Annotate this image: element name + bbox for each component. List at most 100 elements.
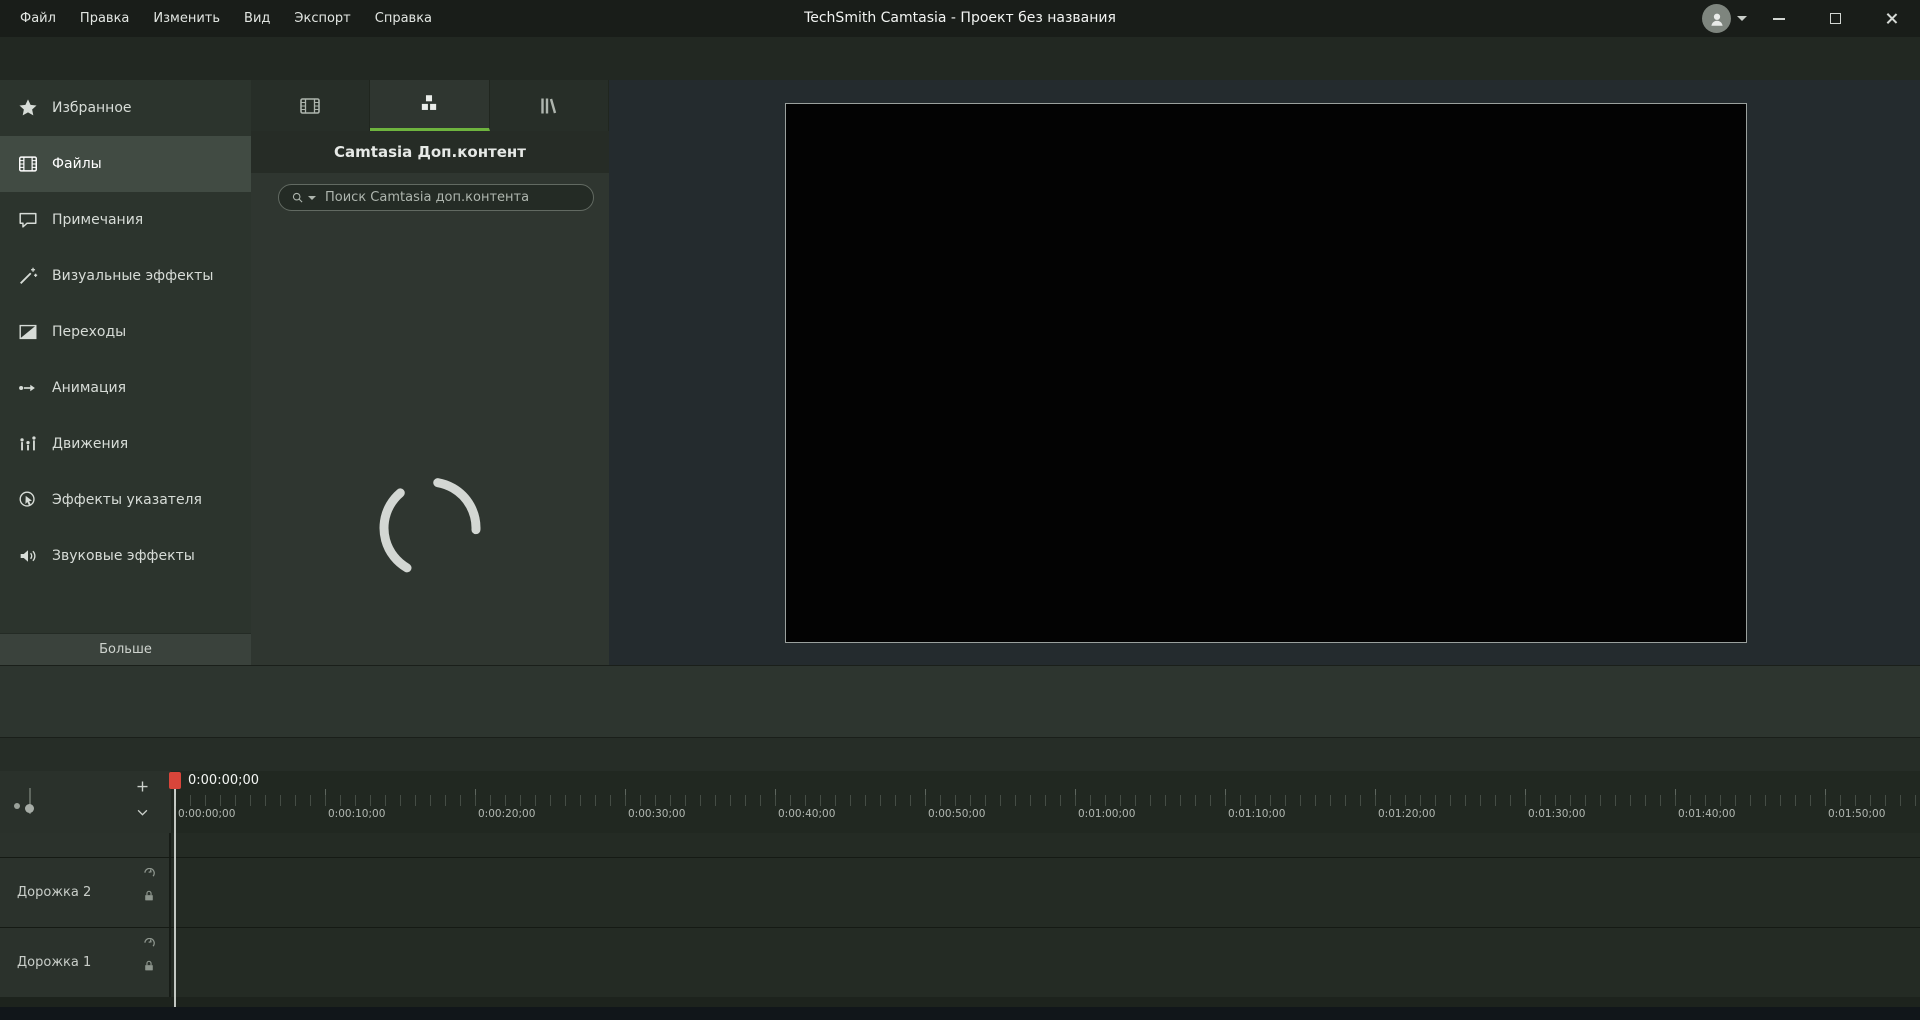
sidebar-item-transitions[interactable]: Переходы <box>0 304 251 360</box>
sidebar-item-label: Файлы <box>52 156 102 172</box>
title-bar: Файл Правка Изменить Вид Экспорт Справка… <box>0 0 1920 37</box>
sidebar: Избранное Файлы Примечания Визуальные эф… <box>0 80 251 665</box>
sidebar-item-label: Движения <box>52 436 128 452</box>
ruler-label: 0:00:00;00 <box>178 808 235 820</box>
wand-icon <box>17 265 39 287</box>
ruler-label: 0:01:50;00 <box>1828 808 1885 820</box>
menu-modify[interactable]: Изменить <box>141 0 232 37</box>
sidebar-item-visual-effects[interactable]: Визуальные эффекты <box>0 248 251 304</box>
ruler-label: 0:01:00;00 <box>1078 808 1135 820</box>
sidebar-item-annotations[interactable]: Примечания <box>0 192 251 248</box>
sidebar-item-audio-effects[interactable]: Звуковые эффекты <box>0 528 251 584</box>
track-lane-1[interactable] <box>171 927 1920 997</box>
playhead-time: 0:00:00;00 <box>188 773 259 788</box>
timeline-ruler[interactable]: 0:00:00;00 0:00:10;00 0:00:20;00 0:00:30… <box>0 771 1920 833</box>
preview-stage[interactable] <box>785 103 1747 643</box>
sidebar-item-behaviors[interactable]: Движения <box>0 416 251 472</box>
media-icon <box>17 153 39 175</box>
maximize-icon <box>1830 13 1841 24</box>
cursor-effects-icon <box>17 489 39 511</box>
track-label: Дорожка 2 <box>17 885 91 900</box>
sidebar-item-favorites[interactable]: Избранное <box>0 80 251 136</box>
ruler-label: 0:00:10;00 <box>328 808 385 820</box>
timeline-tracks[interactable]: Дорожка 2 Дорожка 1 <box>0 833 1920 1007</box>
timeline-bottom-bar <box>0 1007 1920 1020</box>
media-panel: Camtasia Доп.контент <box>251 80 609 665</box>
callout-icon <box>17 209 39 231</box>
filmstrip-icon <box>298 94 322 118</box>
star-icon <box>17 97 39 119</box>
person-icon <box>1708 10 1726 28</box>
main-toolbar: Запись <box>0 37 1920 80</box>
search-box[interactable] <box>278 184 594 211</box>
ruler-label: 0:00:30;00 <box>628 808 685 820</box>
ruler-label: 0:00:20;00 <box>478 808 535 820</box>
sidebar-item-label: Визуальные эффекты <box>52 268 213 284</box>
collapse-tracks-button[interactable] <box>131 801 153 823</box>
sidebar-item-label: Эффекты указателя <box>52 492 202 508</box>
track-toggle-icon[interactable] <box>142 938 156 952</box>
search-filter-caret-icon <box>308 196 316 200</box>
menu-bar: Файл Правка Изменить Вид Экспорт Справка <box>8 0 444 37</box>
library-icon <box>537 94 561 118</box>
sidebar-item-label: Звуковые эффекты <box>52 548 195 564</box>
animation-arrow-icon <box>17 377 39 399</box>
sidebar-item-animations[interactable]: Анимация <box>0 360 251 416</box>
track-toggle-icon[interactable] <box>142 868 156 882</box>
maximize-button[interactable] <box>1810 0 1860 37</box>
ruler-label: 0:01:30;00 <box>1528 808 1585 820</box>
search-icon <box>291 191 304 204</box>
close-icon <box>1885 12 1898 25</box>
sidebar-item-label: Переходы <box>52 324 126 340</box>
playback-bar: 00:00 / 00:00 30кадр (1.0x) Свойства <box>0 665 1920 737</box>
behaviors-icon <box>17 433 39 455</box>
sidebar-item-label: Анимация <box>52 380 126 396</box>
sidebar-item-label: Примечания <box>52 212 143 228</box>
menu-help[interactable]: Справка <box>363 0 444 37</box>
media-panel-tabs <box>251 80 609 131</box>
minimize-icon <box>1773 18 1785 20</box>
panel-title: Camtasia Доп.контент <box>251 131 609 173</box>
ruler-minor-ticks <box>175 795 1920 806</box>
track-lock-icon[interactable] <box>142 959 156 973</box>
track-lock-icon[interactable] <box>142 889 156 903</box>
track-height-dot-icon <box>14 803 20 809</box>
playhead-flag[interactable] <box>169 772 181 789</box>
canvas-area <box>609 80 1920 665</box>
plus-icon <box>135 779 150 794</box>
ruler-label: 0:00:40;00 <box>778 808 835 820</box>
track-label: Дорожка 1 <box>17 955 91 970</box>
menu-file[interactable]: Файл <box>8 0 68 37</box>
chevron-down-icon <box>135 805 150 820</box>
menu-edit[interactable]: Правка <box>68 0 141 37</box>
account-caret-icon[interactable] <box>1737 16 1747 21</box>
ruler-label: 0:01:20;00 <box>1378 808 1435 820</box>
track-lane-2[interactable] <box>171 857 1920 927</box>
close-button[interactable] <box>1866 0 1916 37</box>
minimize-button[interactable] <box>1754 0 1804 37</box>
menu-export[interactable]: Экспорт <box>282 0 362 37</box>
sidebar-item-media[interactable]: Файлы <box>0 136 251 192</box>
search-input[interactable] <box>325 190 581 205</box>
sidebar-item-label: Избранное <box>52 100 132 116</box>
camtasia-window: Файл Правка Изменить Вид Экспорт Справка… <box>0 0 1920 1020</box>
tracks-footer <box>0 997 1920 1007</box>
add-track-button[interactable] <box>131 775 153 797</box>
timeline-toolbar: Редактировать как текст... <box>0 737 1920 771</box>
menu-view[interactable]: Вид <box>232 0 282 37</box>
tab-media-bin[interactable] <box>251 80 370 131</box>
sidebar-item-cursor-effects[interactable]: Эффекты указателя <box>0 472 251 528</box>
ruler-label: 0:01:10;00 <box>1228 808 1285 820</box>
account-avatar[interactable] <box>1702 4 1731 33</box>
track-controls-header <box>0 771 171 833</box>
track-height-handle[interactable] <box>25 804 34 813</box>
ruler-label: 0:00:50;00 <box>928 808 985 820</box>
speaker-icon <box>17 545 39 567</box>
cubes-icon <box>416 91 442 117</box>
transition-icon <box>17 321 39 343</box>
loading-spinner <box>370 468 490 588</box>
tab-assets[interactable] <box>370 80 489 131</box>
ruler-label: 0:01:40;00 <box>1678 808 1735 820</box>
tab-library[interactable] <box>490 80 609 131</box>
sidebar-more-button[interactable]: Больше <box>0 633 251 665</box>
